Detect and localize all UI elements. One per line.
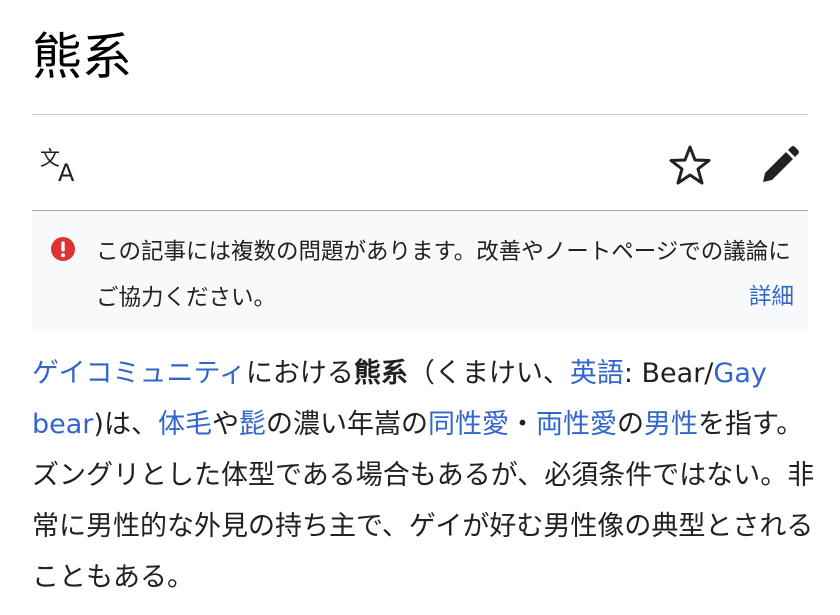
text-segment: : Bear/: [623, 358, 714, 389]
svg-text:文: 文: [40, 146, 60, 170]
link-body-hair[interactable]: 体毛: [158, 409, 212, 440]
text-segment: や: [211, 409, 239, 440]
pencil-icon[interactable]: [758, 143, 802, 187]
svg-text:A: A: [58, 159, 75, 185]
text-segment: ・: [508, 409, 536, 440]
link-homosexual[interactable]: 同性愛: [428, 409, 509, 440]
link-bisexual[interactable]: 両性愛: [536, 409, 617, 440]
page-title: 熊系: [32, 28, 132, 86]
link-english[interactable]: 英語: [570, 358, 624, 389]
notice-message: この記事には複数の問題があります。改善やノートページでの議論にご協力ください。: [96, 239, 791, 311]
article-lead-paragraph: ゲイコミュニティにおける熊系（くまけい、英語: Bear/Gay bear)は、…: [32, 348, 816, 603]
issues-notice-box: この記事には複数の問題があります。改善やノートページでの議論にご協力ください。 …: [32, 211, 808, 331]
link-beard[interactable]: 髭: [239, 409, 266, 440]
bold-term: 熊系: [353, 358, 408, 389]
text-segment: )は、: [93, 409, 158, 440]
star-icon[interactable]: [668, 143, 712, 187]
translate-icon[interactable]: 文 A: [38, 145, 82, 185]
link-gay-community[interactable]: ゲイコミュニティ: [32, 358, 246, 389]
text-segment: の濃い年嵩の: [265, 409, 428, 440]
exclamation-circle-icon: [51, 237, 75, 261]
page-actions-toolbar: 文 A: [32, 115, 808, 210]
text-segment: （くまけい、: [407, 358, 570, 389]
link-male[interactable]: 男性: [644, 409, 698, 440]
notice-details-link[interactable]: 詳細: [749, 274, 794, 320]
text-segment: における: [245, 358, 354, 389]
text-segment: の: [616, 409, 644, 440]
